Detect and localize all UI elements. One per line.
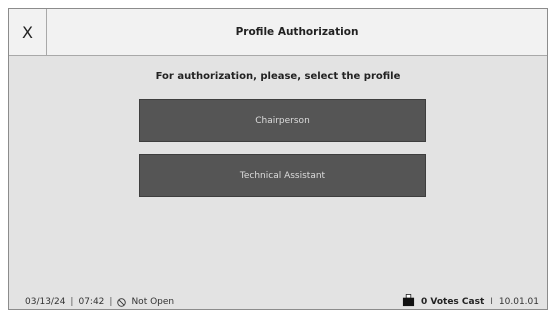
status-right: 0 Votes Cast I 10.01.01 [402, 293, 539, 307]
chairperson-button[interactable]: Chairperson [139, 99, 426, 142]
version-text: 10.01.01 [498, 297, 539, 307]
header-bar: X Profile Authorization [9, 9, 547, 56]
status-bar: 03/13/24 | 07:42 | Not Open 0 Votes Cast… [9, 293, 547, 311]
status-left: 03/13/24 | 07:42 | Not Open [25, 297, 174, 307]
separator: I [490, 297, 493, 307]
page-title: Profile Authorization [235, 26, 359, 38]
ballot-box-icon [402, 293, 415, 307]
time-text: 07:42 [78, 297, 105, 307]
instruction-text: For authorization, please, select the pr… [155, 71, 401, 82]
separator: | [70, 297, 74, 307]
no-entry-icon [117, 297, 127, 307]
poll-status-text: Not Open [131, 297, 175, 307]
technical-assistant-button[interactable]: Technical Assistant [139, 154, 426, 197]
close-button[interactable]: X [9, 9, 47, 55]
votes-cast-count: 0 Votes Cast [420, 297, 485, 307]
separator: | [109, 297, 113, 307]
date-text: 03/13/24 [25, 297, 66, 307]
window: X Profile Authorization For authorizatio… [8, 8, 548, 310]
